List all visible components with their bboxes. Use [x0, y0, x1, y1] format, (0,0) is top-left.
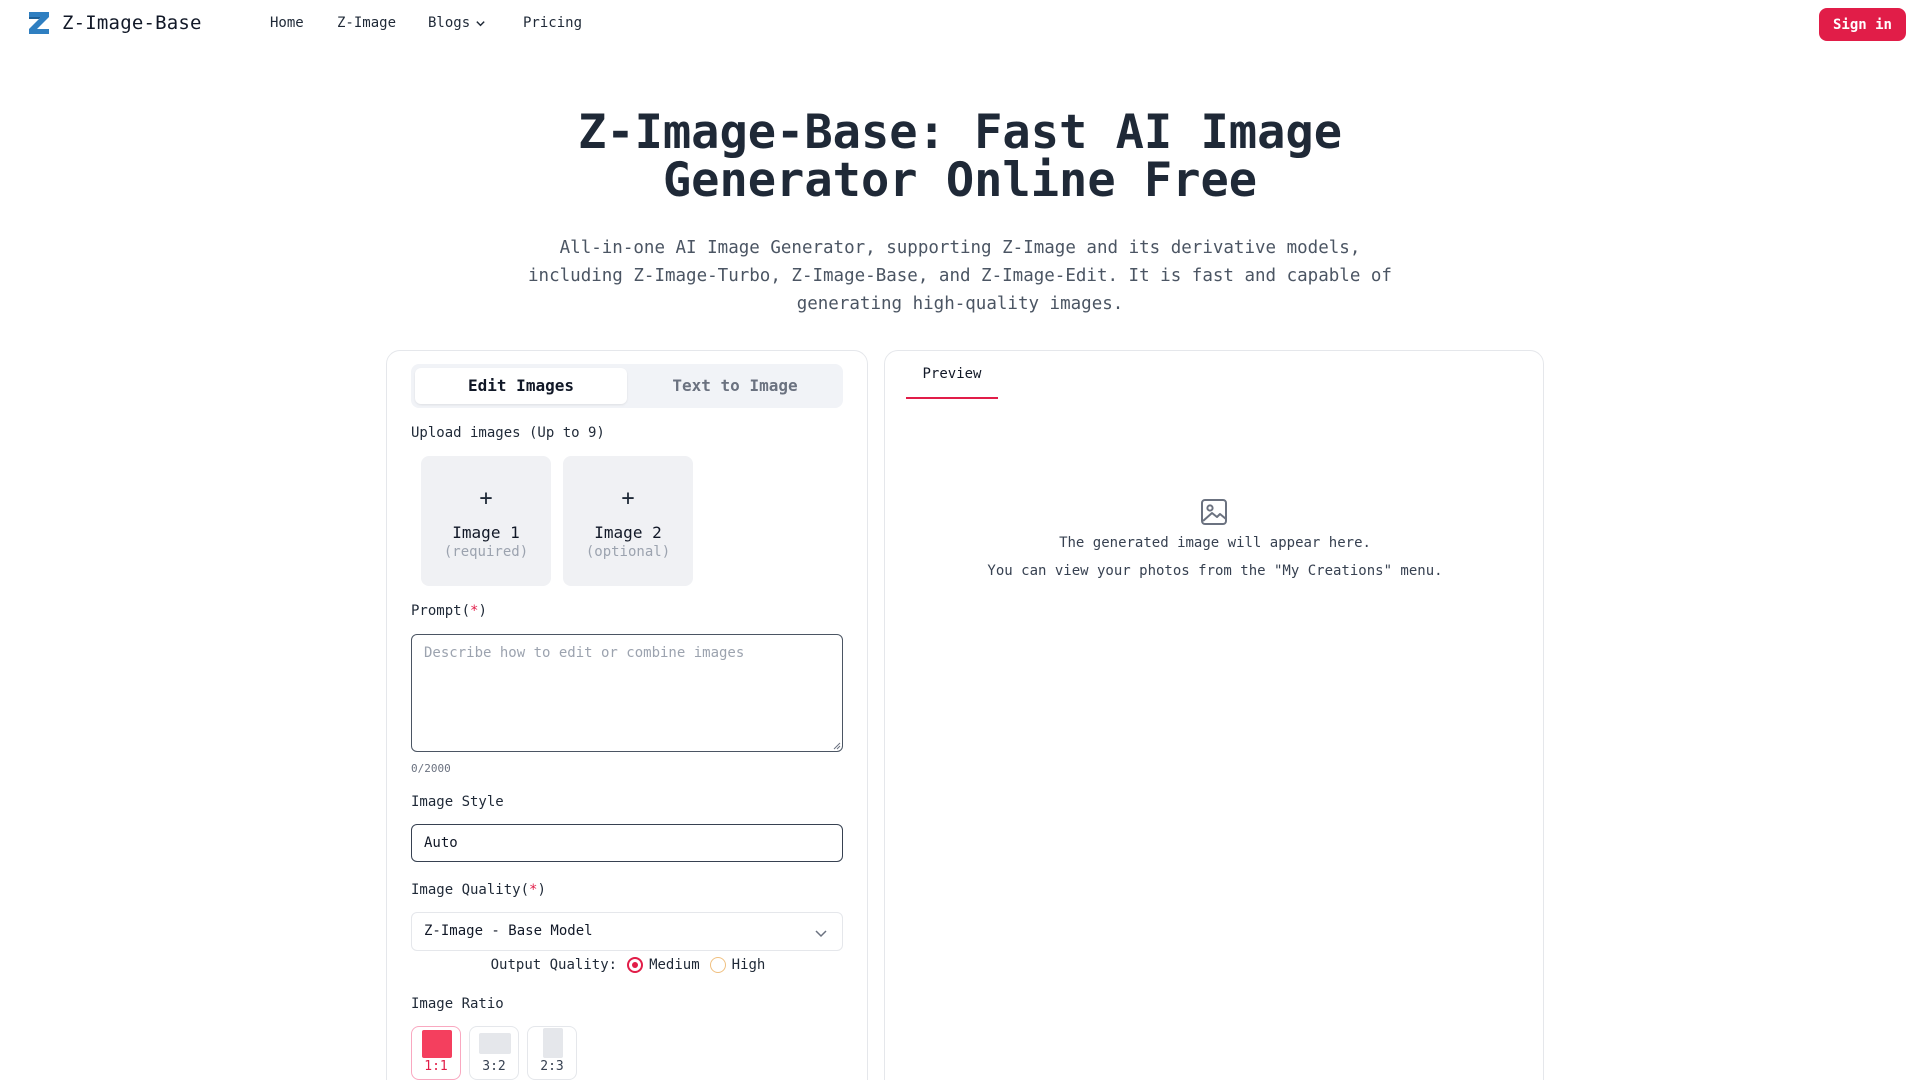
empty-state-line-2: You can view your photos from the "My Cr… [987, 563, 1443, 579]
ratio-option-3-2-label: 3:2 [482, 1059, 506, 1074]
image-quality-value: Z-Image - Base Model [424, 923, 593, 939]
page-subtitle-line-3: generating high-quality images. [796, 294, 1124, 314]
image-quality-label: Image Quality(*) [411, 882, 546, 898]
upload-image-1-title: Image 1 [452, 523, 520, 542]
radio-medium-label[interactable]: Medium [649, 957, 700, 973]
prompt-label: Prompt(*) [411, 603, 487, 619]
z-logo-icon [29, 12, 49, 34]
image-quality-label-text: Image Quality( [411, 882, 530, 898]
page-title-line-2: Generator Online Free [662, 153, 1258, 208]
radio-high-label[interactable]: High [732, 957, 766, 973]
image-style-label: Image Style [411, 794, 504, 810]
tab-edit-images[interactable]: Edit Images [415, 368, 627, 404]
chevron-down-icon [476, 20, 485, 26]
page-title-line-1: Z-Image-Base: Fast AI Image [577, 105, 1342, 160]
ratio-portrait-icon [543, 1028, 563, 1058]
radio-high[interactable] [709, 957, 726, 973]
prompt-char-counter: 0/2000 [411, 762, 451, 775]
image-placeholder-icon [1201, 499, 1227, 525]
ratio-square-icon [422, 1030, 452, 1058]
ratio-option-2-3[interactable]: 2:3 [527, 1026, 577, 1080]
upload-image-2-note: (optional) [585, 544, 671, 560]
brand-logo[interactable]: Z-Image-Base [28, 11, 202, 35]
resize-handle-icon[interactable] [833, 742, 841, 750]
top-navbar: Z-Image-Base Home Z-Image Blogs Pricing … [0, 0, 1920, 46]
radio-medium[interactable] [627, 957, 644, 973]
page-title: Z-Image-Base: Fast AI Image Generator On… [0, 109, 1920, 205]
plus-icon: + [621, 486, 635, 511]
ratio-option-1-1-label: 1:1 [424, 1059, 448, 1074]
chevron-down-icon [815, 930, 827, 938]
preview-panel: Preview The generated image will appear … [884, 350, 1544, 1080]
ratio-option-1-1[interactable]: 1:1 [411, 1026, 461, 1080]
nav-link-z-image[interactable]: Z-Image [337, 15, 396, 31]
plus-icon: + [479, 486, 493, 511]
image-ratio-label: Image Ratio [411, 996, 504, 1012]
image-style-input[interactable] [411, 824, 843, 862]
nav-link-blogs[interactable]: Blogs [428, 15, 486, 31]
prompt-label-text: Prompt( [411, 603, 471, 619]
page-subtitle: All-in-one AI Image Generator, supportin… [500, 234, 1420, 318]
mode-tabs: Edit Images Text to Image [411, 364, 843, 408]
image-quality-label-close: ) [537, 882, 546, 898]
upload-image-1[interactable]: + Image 1 (required) [421, 456, 551, 586]
ratio-option-3-2[interactable]: 3:2 [469, 1026, 519, 1080]
page-subtitle-line-2: including Z-Image-Turbo, Z-Image-Base, a… [528, 266, 1392, 286]
empty-state-line-1: The generated image will appear here. [1059, 535, 1371, 551]
brand-name: Z-Image-Base [62, 12, 202, 34]
tab-preview[interactable]: Preview [906, 351, 998, 399]
page-subtitle-line-1: All-in-one AI Image Generator, supportin… [559, 238, 1361, 258]
upload-label: Upload images (Up to 9) [411, 425, 605, 441]
editor-panel: Edit Images Text to Image Upload images … [386, 350, 868, 1080]
prompt-label-close: ) [478, 603, 487, 619]
nav-link-blogs-label: Blogs [428, 15, 471, 31]
image-quality-select[interactable]: Z-Image - Base Model [411, 912, 843, 951]
nav-link-home[interactable]: Home [270, 15, 304, 31]
prompt-input[interactable] [411, 634, 843, 752]
sign-in-button[interactable]: Sign in [1818, 8, 1906, 41]
ratio-option-2-3-label: 2:3 [540, 1059, 564, 1074]
tab-text-to-image[interactable]: Text to Image [629, 368, 841, 404]
upload-image-2-title: Image 2 [594, 523, 662, 542]
ratio-landscape-icon [479, 1033, 511, 1054]
output-quality-label: Output Quality: [490, 957, 618, 973]
nav-link-pricing[interactable]: Pricing [523, 15, 582, 31]
upload-image-1-note: (required) [443, 544, 529, 560]
upload-image-2[interactable]: + Image 2 (optional) [563, 456, 693, 586]
output-quality-row: Output Quality: Medium High [387, 957, 869, 973]
